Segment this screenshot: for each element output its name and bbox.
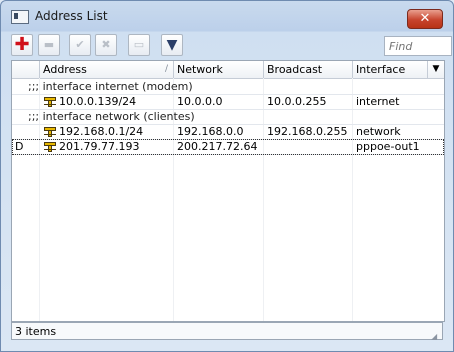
table-row[interactable]: 10.0.0.139/24 10.0.0.0 10.0.0.255 intern… [12,94,444,110]
header-interface[interactable]: Interface [353,61,428,78]
broadcast-cell: 10.0.0.255 [267,95,327,108]
minus-icon: ▬ [43,38,55,51]
interface-cell: network [356,125,401,138]
comment-button[interactable]: ▭ [128,34,150,56]
plus-icon: ✚ [14,34,30,55]
comment-text: ;;; interface internet (modem) [28,80,193,93]
close-button[interactable]: ✕ [407,9,443,29]
network-cell: 200.217.72.64 [177,140,258,153]
filter-icon: ▼ [166,37,178,53]
address-icon [44,127,56,137]
table-header: Address ∕ Network Broadcast Interface ▼ [12,61,444,79]
sort-indicator-icon: ∕ [164,64,168,74]
comment-row[interactable]: ;;; interface network (clientes) [12,109,444,125]
interface-cell: internet [356,95,400,108]
table-row[interactable]: 192.168.0.1/24 192.168.0.0 192.168.0.255… [12,124,444,140]
status-bar: 3 items ◢ [11,322,443,341]
toolbar: ✚ ▬ ✔ ✖ ▭ ▼ [11,34,452,58]
network-cell: 192.168.0.0 [177,125,244,138]
x-icon: ✖ [101,38,111,51]
address-icon [44,97,56,107]
enable-button[interactable]: ✔ [69,34,91,56]
check-icon: ✔ [75,38,85,51]
broadcast-cell: 192.168.0.255 [267,125,348,138]
interface-cell: pppoe-out1 [356,140,420,153]
header-broadcast[interactable]: Broadcast [264,61,353,78]
disable-button[interactable]: ✖ [95,34,117,56]
comment-icon: ▭ [133,38,145,51]
item-count: 3 items [15,325,57,338]
comment-row[interactable]: ;;; interface internet (modem) [12,79,444,95]
network-cell: 10.0.0.0 [177,95,223,108]
window-icon [11,10,29,24]
header-status[interactable] [12,61,40,78]
find-input[interactable] [384,36,452,56]
window-title: Address List [35,9,108,23]
add-button[interactable]: ✚ [11,34,33,56]
address-table: Address ∕ Network Broadcast Interface ▼ … [11,60,445,322]
close-icon: ✕ [419,11,431,26]
address-cell: 201.79.77.193 [59,140,140,153]
header-address[interactable]: Address ∕ [40,61,174,78]
address-cell: 192.168.0.1/24 [59,125,144,138]
comment-text: ;;; interface network (clientes) [28,110,195,123]
title-bar[interactable]: Address List ✕ [1,1,453,31]
column-chooser-icon[interactable]: ▼ [428,61,444,78]
table-row[interactable]: D 201.79.77.193 200.217.72.64 pppoe-out1 [12,139,444,155]
address-cell: 10.0.0.139/24 [59,95,137,108]
address-list-window: Address List ✕ ✚ ▬ ✔ ✖ ▭ ▼ Address ∕ [0,0,454,352]
filter-button[interactable]: ▼ [161,34,183,56]
remove-button[interactable]: ▬ [38,34,60,56]
row-status: D [15,140,24,153]
address-icon [44,142,56,152]
resize-grip-icon[interactable]: ◢ [431,328,439,341]
header-network[interactable]: Network [174,61,264,78]
